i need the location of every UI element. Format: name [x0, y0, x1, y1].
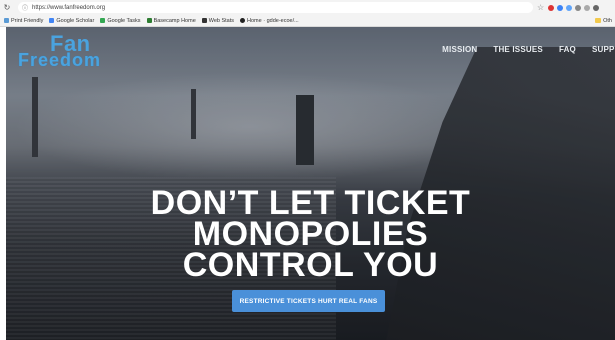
bookmark-item[interactable]: Print Friendly: [4, 18, 43, 24]
bookmark-favicon-icon: [4, 18, 9, 23]
extension-icon[interactable]: [548, 4, 555, 11]
bookmark-label: Basecamp Home: [153, 17, 196, 24]
bookmark-item[interactable]: Google Tasks: [100, 17, 141, 24]
nav-mission[interactable]: MISSION: [442, 45, 477, 54]
bookmark-favicon-icon: [146, 18, 152, 23]
headline-line-1: DON’T LET TICKET: [150, 184, 471, 222]
bookmark-label: Print Friendly: [11, 17, 44, 24]
url-text: https://www.fanfreedom.org: [32, 4, 106, 11]
bookmark-item[interactable]: Home · gdde-ecoe/...: [240, 18, 299, 24]
other-bookmarks[interactable]: Oth: [595, 18, 612, 24]
main-nav: MISSION THE ISSUES FAQ SUPPO: [442, 45, 615, 54]
browser-toolbar: ↻ ⓘ https://www.fanfreedom.org ☆: [0, 0, 615, 15]
address-bar[interactable]: ⓘ https://www.fanfreedom.org: [18, 2, 533, 13]
github-icon: [240, 18, 246, 23]
menu-icon[interactable]: [593, 4, 600, 11]
extension-icon[interactable]: [584, 4, 591, 11]
bookmark-label: Home · gdde-ecoe/...: [247, 17, 299, 24]
bookmark-label: Google Scholar: [56, 17, 95, 24]
extension-icon[interactable]: [575, 4, 582, 11]
bookmark-favicon-icon: [201, 18, 207, 23]
headline-line-2: MONOPOLIES: [192, 215, 429, 253]
extension-icon[interactable]: [566, 4, 573, 11]
bookmark-favicon-icon: [49, 18, 55, 23]
logo-text-bottom: Freedom: [18, 50, 102, 70]
bookmark-label: Google Tasks: [107, 17, 141, 24]
nav-the-issues[interactable]: THE ISSUES: [493, 45, 543, 54]
bookmark-favicon-icon: [100, 18, 106, 23]
bookmarks-bar: Print Friendly Google Scholar Google Tas…: [0, 15, 615, 27]
nav-faq[interactable]: FAQ: [559, 45, 576, 54]
bookmark-item[interactable]: Google Scholar: [49, 18, 94, 24]
folder-icon: [595, 18, 602, 23]
restrictive-tickets-button[interactable]: RESTRICTIVE TICKETS HURT REAL FANS: [232, 290, 385, 312]
bookmark-label: Web Stats: [208, 17, 235, 24]
hero-section: Fan Freedom MISSION THE ISSUES FAQ SUPPO…: [6, 27, 615, 340]
bookmark-item[interactable]: Basecamp Home: [146, 17, 196, 24]
extension-icon[interactable]: [557, 4, 564, 11]
site-logo[interactable]: Fan Freedom: [16, 31, 176, 69]
bookmark-item[interactable]: Web Stats: [201, 17, 235, 24]
reload-icon[interactable]: ↻: [0, 0, 14, 15]
headline-line-3: CONTROL YOU: [182, 246, 439, 284]
nav-support[interactable]: SUPPO: [592, 45, 615, 54]
other-bookmarks-label: Oth: [603, 17, 612, 24]
bookmark-star-icon[interactable]: ☆: [537, 3, 544, 12]
info-icon[interactable]: ⓘ: [22, 3, 28, 12]
extension-icons: [548, 4, 600, 11]
